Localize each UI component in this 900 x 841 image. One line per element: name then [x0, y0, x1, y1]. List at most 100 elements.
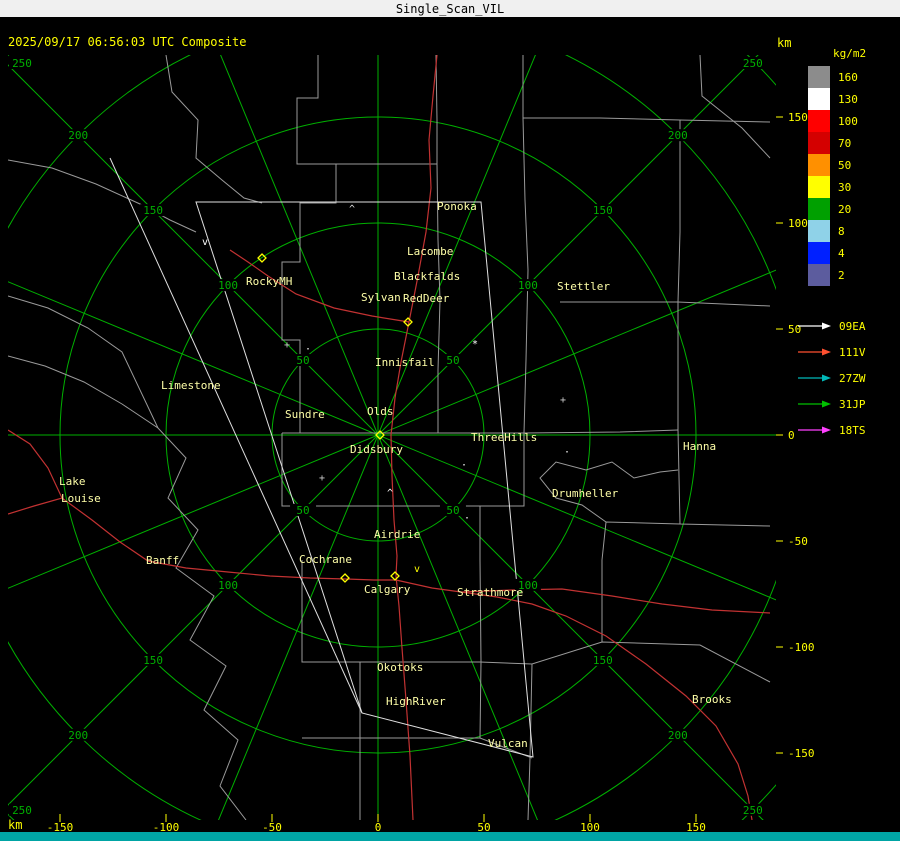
city-label: RedDeer: [403, 292, 450, 305]
ring-distance-label: 150: [593, 654, 613, 667]
city-label: ThreeHills: [471, 431, 537, 444]
point-marker-icon: v: [202, 237, 208, 248]
city-label: Cochrane: [299, 553, 352, 566]
site-diamond-icon: [390, 571, 400, 581]
ring-distance-label: 250: [12, 57, 32, 70]
legend-entry-label: 27ZW: [839, 372, 866, 385]
city-label: Stettler: [557, 280, 610, 293]
colorbar-swatch: [808, 66, 830, 88]
colorbar-value-label: 8: [838, 225, 845, 238]
ring-distance-label: 250: [743, 804, 763, 817]
city-label: Airdrie: [374, 528, 420, 541]
colorbar-swatch: [808, 88, 830, 110]
county-boundary: [522, 55, 771, 123]
legend-arrow-head-icon: [822, 374, 831, 382]
city-label: Calgary: [364, 583, 411, 596]
colorbar-swatch: [808, 132, 830, 154]
county-boundary: [301, 560, 361, 739]
colorbar-swatch: [808, 242, 830, 264]
legend-entry-label: 18TS: [839, 424, 866, 437]
ring-distance-label: 50: [446, 504, 459, 517]
ring-distance-label: 200: [668, 729, 688, 742]
azimuth-spoke: [377, 434, 776, 601]
city-label: RockyMH: [246, 275, 292, 288]
city-label: Blackfalds: [394, 270, 460, 283]
point-marker-icon: +: [560, 395, 566, 406]
point-marker-icon: ·: [564, 447, 570, 458]
colorbar-swatch: [808, 154, 830, 176]
right-axis-label: -50: [788, 535, 808, 548]
ring-distance-label: 100: [218, 279, 238, 292]
point-marker-icon: ^: [349, 204, 355, 215]
radar-display[interactable]: 505050 50100100100 100150150150 15020020020…: [0, 0, 900, 841]
point-marker-icon: v: [414, 564, 420, 575]
city-label: Vulcan: [488, 737, 528, 750]
point-marker-icon: *: [472, 339, 478, 350]
point-marker-icon: ·: [305, 344, 311, 355]
legend-entry-label: 31JP: [839, 398, 866, 411]
colorbar-value-label: 30: [838, 181, 851, 194]
county-boundary: [677, 302, 771, 527]
county-boundary: [677, 120, 681, 303]
county-boundary: [601, 521, 681, 642]
county-boundary: [165, 55, 263, 204]
legend-entry-label: 09EA: [839, 320, 866, 333]
city-label: Okotoks: [377, 661, 423, 674]
city-label: Ponoka: [437, 200, 477, 213]
city-labels: Ponoka Lacombe Blackfalds Sylvan RedDeer Rock…: [59, 200, 732, 750]
colorbar-value-label: 4: [838, 247, 845, 260]
legend-arrow-head-icon: [822, 426, 831, 434]
azimuth-spoke: [217, 434, 379, 820]
azimuth-spoke: [220, 55, 379, 436]
colorbar-value-label: 20: [838, 203, 851, 216]
ring-distance-label: 150: [593, 204, 613, 217]
city-label: Olds: [367, 405, 394, 418]
ring-distance-label: 200: [68, 129, 88, 142]
city-label: Brooks: [692, 693, 732, 706]
city-label: Innisfail: [375, 356, 435, 369]
ring-distance-label: 150: [143, 654, 163, 667]
city-label: Strathmore: [457, 586, 523, 599]
city-label: Didsbury: [350, 443, 403, 456]
point-marker-icon: ·: [461, 460, 467, 471]
right-axis-label: -100: [788, 641, 815, 654]
right-axis-label: 50: [788, 323, 801, 336]
site-diamond-icon: [340, 573, 350, 583]
ring-distance-label: 50: [296, 504, 309, 517]
colorbar-value-label: 100: [838, 115, 858, 128]
ring-distance-label: 250: [12, 804, 32, 817]
azimuth-spoke: [8, 434, 379, 806]
point-marker-icon: ^: [387, 488, 393, 499]
colorbar: 160 130 100 70 50 30 20 8 4 2: [808, 66, 858, 286]
colorbar-value-label: 50: [838, 159, 851, 172]
city-label: Drumheller: [552, 487, 619, 500]
ring-distance-label: 200: [668, 129, 688, 142]
colorbar-value-label: 130: [838, 93, 858, 106]
colorbar-swatch: [808, 220, 830, 242]
azimuth-spoke: [8, 64, 379, 436]
ring-distance-label: 100: [218, 579, 238, 592]
ring-distance-label: 100: [518, 279, 538, 292]
azimuth-spoke: [377, 55, 536, 436]
range-ring: [8, 55, 776, 820]
point-marker-icon: +: [319, 473, 325, 484]
city-label: HighRiver: [386, 695, 446, 708]
ring-distance-label: 150: [143, 204, 163, 217]
colorbar-value-label: 70: [838, 137, 851, 150]
city-label: Hanna: [683, 440, 716, 453]
city-label: Sundre: [285, 408, 325, 421]
ring-distance-label: 50: [446, 354, 459, 367]
right-axis-label: 0: [788, 429, 795, 442]
legend-entry-label: 111V: [839, 346, 866, 359]
azimuth-spoke: [8, 281, 379, 436]
colorbar-swatch: [808, 176, 830, 198]
city-label: Limestone: [161, 379, 221, 392]
legend-arrow-head-icon: [822, 400, 831, 408]
city-label: Sylvan: [361, 291, 401, 304]
colorbar-swatch: [808, 110, 830, 132]
azimuth-spokes: [8, 55, 776, 820]
city-label: Lake: [59, 475, 86, 488]
point-marker-icon: +: [284, 340, 290, 351]
right-axis-label: 100: [788, 217, 808, 230]
highway-line: [8, 497, 396, 581]
